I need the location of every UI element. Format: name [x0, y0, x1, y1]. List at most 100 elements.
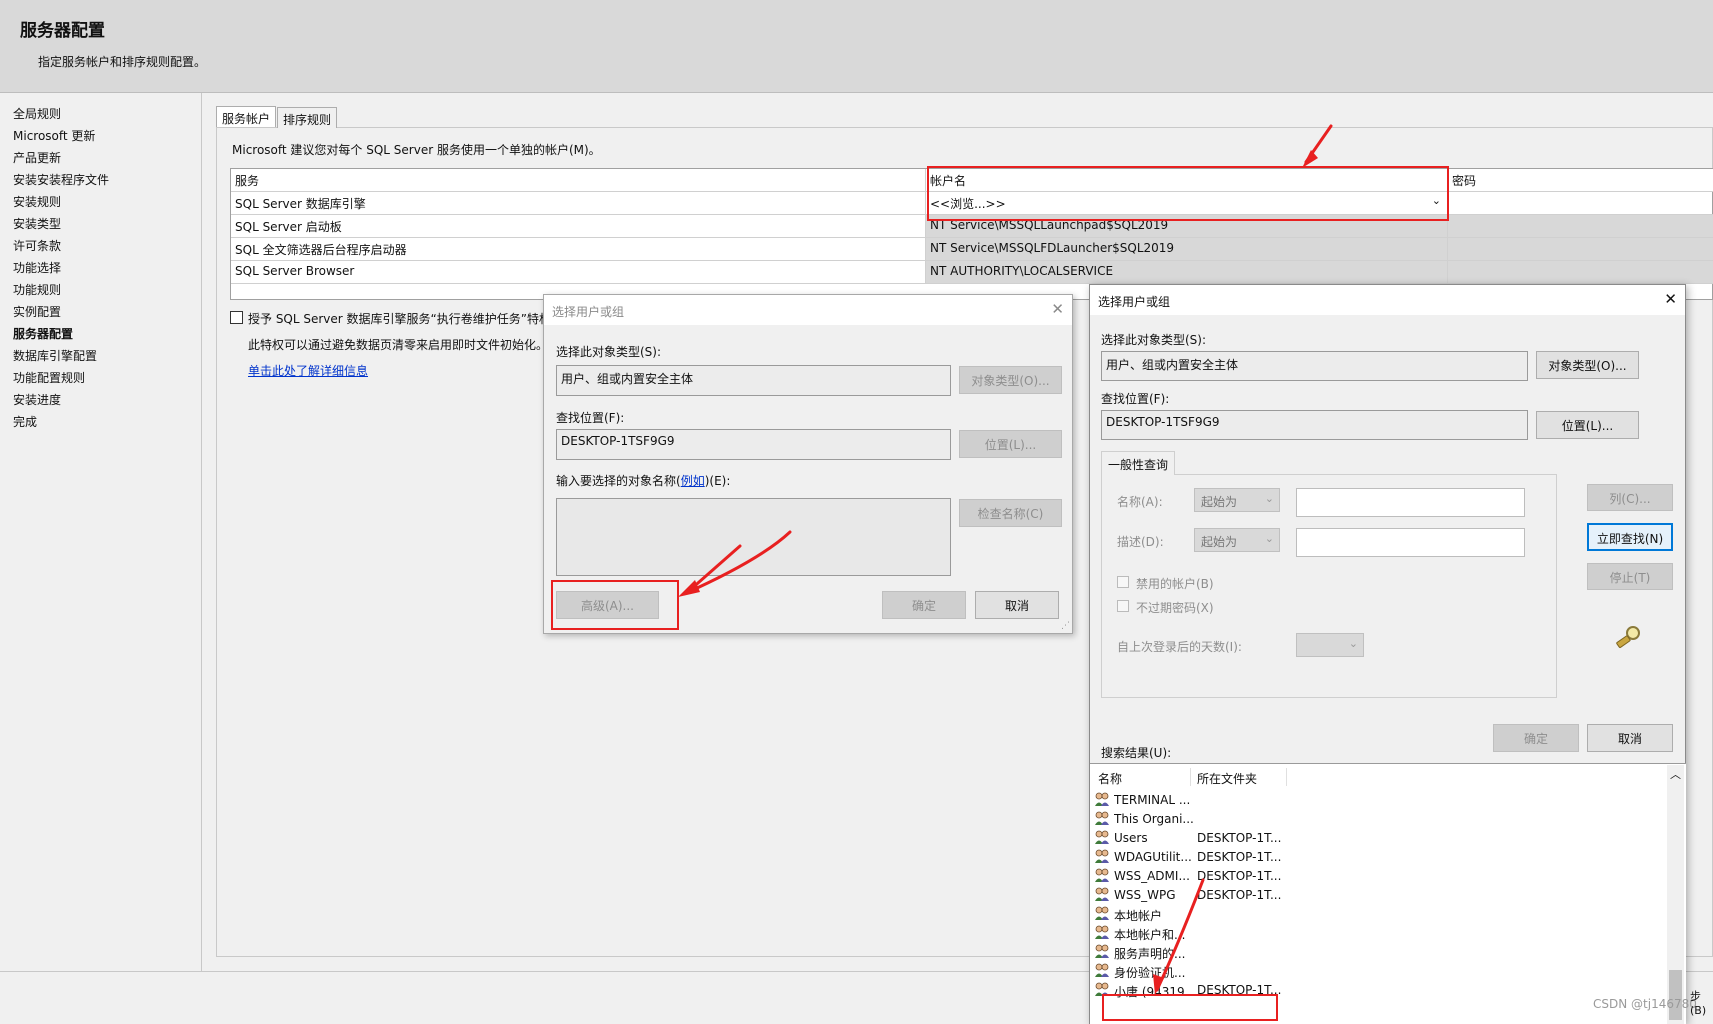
result-row[interactable]: WSS_ADMI... DESKTOP-1T... [1094, 866, 1294, 887]
details-link[interactable]: 单击此处了解详细信息 [248, 362, 368, 379]
column-header-password[interactable]: 密码 [1448, 169, 1713, 192]
description-match-value: 起始为 [1201, 535, 1238, 549]
recommendation-text: Microsoft 建议您对每个 SQL Server 服务使用一个单独的帐户(… [232, 143, 601, 157]
ok-button[interactable]: 确定 [882, 591, 966, 619]
non-expiring-checkbox[interactable] [1117, 600, 1129, 612]
nav-item[interactable]: Microsoft 更新 [13, 127, 95, 144]
result-name: Users [1114, 831, 1148, 845]
account-cell: NT AUTHORITY\LOCALSERVICE [926, 261, 1448, 284]
password-cell [1448, 238, 1713, 261]
cancel-button[interactable]: 取消 [975, 591, 1059, 619]
result-row[interactable]: 本地帐户 [1094, 904, 1294, 925]
column-header-folder[interactable]: 所在文件夹 [1197, 770, 1257, 787]
nav-item[interactable]: 功能配置规则 [13, 369, 85, 386]
object-type-label: 选择此对象类型(S): [1101, 333, 1207, 347]
nav-item[interactable]: 产品更新 [13, 149, 61, 166]
scrollbar-thumb[interactable] [1669, 970, 1682, 1020]
result-row[interactable]: 本地帐户和... [1094, 923, 1294, 944]
locations-button[interactable]: 位置(L)... [1536, 411, 1639, 439]
nav-item[interactable]: 许可条款 [13, 237, 61, 254]
find-now-button[interactable]: 立即查找(N) [1587, 523, 1673, 551]
tab-collation[interactable]: 排序规则 [277, 107, 337, 128]
nav-item[interactable]: 数据库引擎配置 [13, 347, 97, 364]
nav-item[interactable]: 功能规则 [13, 281, 61, 298]
results-scrollbar[interactable]: ︿ [1667, 765, 1684, 1024]
location-label: 查找位置(F): [1101, 392, 1170, 406]
result-folder: DESKTOP-1T... [1197, 869, 1282, 883]
dialog-title: 选择用户或组 [552, 305, 625, 319]
tab-service-accounts[interactable]: 服务帐户 [216, 106, 276, 127]
resize-grip-icon[interactable]: ⋰ [1061, 621, 1070, 631]
nav-item[interactable]: 安装规则 [13, 193, 61, 210]
result-row[interactable]: WDAGUtilit... DESKTOP-1T... [1094, 847, 1294, 868]
search-query-icon [1616, 626, 1640, 649]
object-type-field: 用户、组或内置安全主体 [1101, 351, 1528, 381]
cancel-button[interactable]: 取消 [1587, 724, 1673, 752]
user-group-icon [1094, 886, 1110, 902]
object-type-field: 用户、组或内置安全主体 [556, 365, 951, 396]
back-button-partial[interactable]: 步(B) [1690, 988, 1713, 1017]
tab-common-queries[interactable]: 一般性查询 [1101, 451, 1175, 475]
nav-item[interactable]: 安装安装程序文件 [13, 171, 109, 188]
search-results-label: 搜索结果(U): [1101, 746, 1172, 760]
result-row[interactable]: WSS_WPG DESKTOP-1T... [1094, 885, 1294, 906]
description-match-combo[interactable]: 起始为 ⌄ [1194, 528, 1280, 552]
non-expiring-label[interactable]: 不过期密码(X) [1136, 599, 1214, 616]
nav-item-active[interactable]: 服务器配置 [13, 325, 73, 342]
user-group-icon [1094, 810, 1110, 826]
description-input[interactable] [1296, 528, 1525, 557]
user-group-icon [1094, 962, 1110, 978]
grant-privilege-label[interactable]: 授予 SQL Server 数据库引擎服务“执行卷维护任务”特权 [248, 310, 551, 327]
search-results-list: 名称 所在文件夹 TERMINAL ... This Organi... Users… [1090, 763, 1686, 1024]
dialog-title: 选择用户或组 [1098, 295, 1171, 309]
object-types-button[interactable]: 对象类型(O)... [1536, 351, 1639, 379]
nav-item[interactable]: 功能选择 [13, 259, 61, 276]
object-type-label: 选择此对象类型(S): [556, 345, 662, 359]
result-row[interactable]: Users DESKTOP-1T... [1094, 828, 1294, 849]
close-icon[interactable]: ✕ [1051, 300, 1064, 318]
password-cell [1448, 215, 1713, 238]
stop-button[interactable]: 停止(T) [1587, 563, 1673, 590]
result-row[interactable]: This Organi... [1094, 809, 1294, 830]
check-names-button[interactable]: 检查名称(C) [959, 499, 1062, 527]
nav-item[interactable]: 安装进度 [13, 391, 61, 408]
result-row[interactable]: TERMINAL ... [1094, 790, 1294, 811]
page-header: 服务器配置 指定服务帐户和排序规则配置。 [0, 0, 1713, 93]
object-names-label: 输入要选择的对象名称(例如)(E): [556, 472, 730, 489]
nav-item[interactable]: 安装类型 [13, 215, 61, 232]
examples-link[interactable]: 例如 [681, 474, 705, 488]
locations-button[interactable]: 位置(L)... [959, 430, 1062, 458]
name-label: 名称(A): [1117, 495, 1163, 509]
ok-button[interactable]: 确定 [1493, 724, 1579, 752]
result-row[interactable]: 服务声明的... [1094, 942, 1294, 963]
nav-item[interactable]: 完成 [13, 413, 37, 430]
object-types-button[interactable]: 对象类型(O)... [959, 366, 1062, 394]
wizard-step-nav: 全局规则 Microsoft 更新 产品更新 安装安装程序文件 安装规则 安装类… [0, 93, 202, 971]
chevron-down-icon: ⌄ [1264, 532, 1274, 545]
days-since-login-combo[interactable]: ⌄ [1296, 633, 1364, 657]
result-name: TERMINAL ... [1114, 793, 1191, 807]
chevron-up-icon[interactable]: ︿ [1670, 766, 1681, 782]
column-header-name[interactable]: 名称 [1098, 770, 1122, 787]
result-row[interactable]: 身份验证机... [1094, 961, 1294, 982]
password-cell [1448, 261, 1713, 284]
user-group-icon [1094, 848, 1110, 864]
location-field: DESKTOP-1TSF9G9 [1101, 410, 1528, 440]
disabled-accounts-label[interactable]: 禁用的帐户(B) [1136, 575, 1214, 592]
grant-privilege-checkbox[interactable] [230, 311, 243, 324]
column-header-service[interactable]: 服务 [231, 169, 926, 192]
object-names-input[interactable] [556, 498, 951, 576]
password-cell[interactable] [1448, 192, 1713, 215]
close-icon[interactable]: ✕ [1664, 290, 1677, 308]
name-match-combo[interactable]: 起始为 ⌄ [1194, 488, 1280, 512]
user-group-icon [1094, 829, 1110, 845]
name-input[interactable] [1296, 488, 1525, 517]
description-label: 描述(D): [1117, 535, 1164, 549]
page-title: 服务器配置 [20, 21, 105, 41]
disabled-accounts-checkbox[interactable] [1117, 576, 1129, 588]
user-group-icon [1094, 867, 1110, 883]
nav-item[interactable]: 实例配置 [13, 303, 61, 320]
nav-item[interactable]: 全局规则 [13, 105, 61, 122]
columns-button[interactable]: 列(C)... [1587, 484, 1673, 511]
location-label: 查找位置(F): [556, 411, 625, 425]
